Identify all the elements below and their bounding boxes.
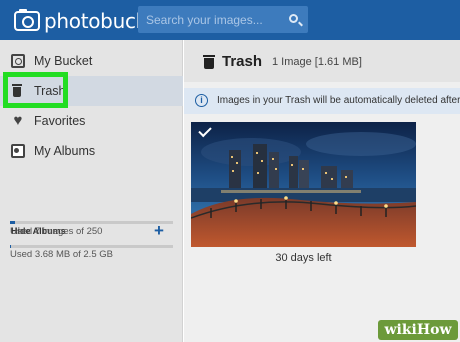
image-count: 1 Image [1.61 MB]: [272, 56, 362, 68]
images-usage-fill: [10, 221, 15, 224]
sidebar-item-my-albums[interactable]: My Albums: [0, 136, 183, 166]
search-input[interactable]: [146, 10, 276, 29]
storage-usage-fill: [10, 245, 11, 248]
info-icon: i: [195, 94, 208, 107]
photo-caption: 30 days left: [275, 252, 332, 264]
city-night-photo: [191, 122, 416, 247]
trashed-photo-thumbnail[interactable]: [191, 122, 416, 247]
camera-icon: [11, 54, 25, 68]
trash-info-banner: i Images in your Trash will be automatic…: [184, 88, 460, 114]
sidebar-item-label: My Bucket: [34, 54, 93, 68]
search-icon[interactable]: [289, 14, 298, 23]
sidebar-item-favorites[interactable]: ♥ Favorites: [0, 106, 183, 136]
page-title: Trash: [222, 53, 263, 70]
images-usage-text: Used 7 images of 250: [10, 226, 103, 237]
sidebar-item-label: Favorites: [34, 114, 86, 128]
album-icon: [11, 144, 25, 158]
wikihow-watermark: wikiHow: [378, 320, 458, 340]
main-content: Trash 1 Image [1.61 MB] i Images in your…: [184, 40, 460, 342]
sidebar-item-label: My Albums: [34, 144, 96, 158]
images-usage-bar: [10, 221, 173, 224]
search-box[interactable]: [138, 6, 308, 33]
trash-highlight-box: [3, 72, 68, 108]
page-header: Trash 1 Image [1.61 MB]: [184, 40, 460, 82]
camera-logo-icon: [14, 9, 40, 31]
storage-usage-bar: [10, 245, 173, 248]
trash-icon: [203, 55, 215, 69]
add-album-button[interactable]: +: [154, 221, 164, 241]
top-bar: photobucket: [0, 0, 460, 40]
storage-usage-text: Used 3.68 MB of 2.5 GB: [10, 249, 113, 260]
info-text: Images in your Trash will be automatical…: [217, 95, 460, 106]
heart-icon: ♥: [13, 112, 23, 129]
